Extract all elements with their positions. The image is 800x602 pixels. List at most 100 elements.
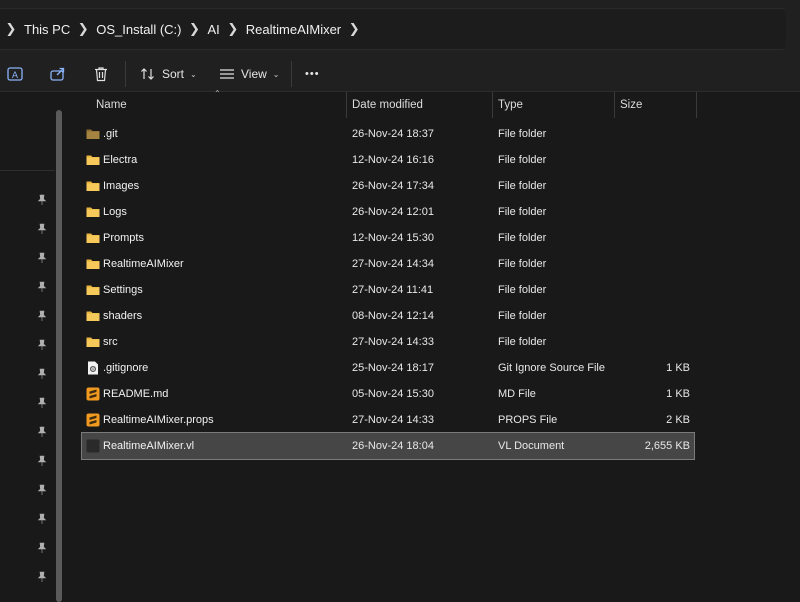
chevron-right-icon[interactable]: ❯ xyxy=(183,21,205,37)
file-date-modified: 12-Nov-24 16:16 xyxy=(352,154,434,166)
file-row[interactable]: Electra 12-Nov-24 16:16 File folder xyxy=(82,147,694,173)
file-name: Prompts xyxy=(103,232,144,244)
file-name: .gitignore xyxy=(103,362,149,374)
delete-button[interactable] xyxy=(92,57,110,91)
file-row[interactable]: Prompts 12-Nov-24 15:30 File folder xyxy=(82,225,694,251)
share-icon xyxy=(50,67,65,81)
breadcrumb-this-pc[interactable]: This PC xyxy=(22,22,72,37)
pin-icon[interactable] xyxy=(36,368,48,380)
file-list: .git 26-Nov-24 18:37 File folder Electra 12-… xyxy=(81,121,695,460)
file-row[interactable]: Logs 26-Nov-24 12:01 File folder xyxy=(82,199,694,225)
file-date-modified: 26-Nov-24 12:01 xyxy=(352,206,434,218)
address-bar[interactable]: ❯ This PC ❯ OS_Install (C:) ❯ AI ❯ Realt… xyxy=(0,8,786,50)
vl-file-icon xyxy=(86,439,100,453)
more-options-button[interactable]: ••• xyxy=(305,57,320,91)
gear-file-icon xyxy=(86,361,100,375)
file-name: src xyxy=(103,336,118,348)
share-button[interactable] xyxy=(49,57,67,91)
chevron-down-icon: ⌄ xyxy=(190,69,197,79)
pin-icon[interactable] xyxy=(36,194,48,206)
pin-icon[interactable] xyxy=(36,252,48,264)
pin-icon[interactable] xyxy=(36,571,48,583)
folder-icon xyxy=(86,153,100,167)
file-type: File folder xyxy=(498,336,547,348)
pin-icon[interactable] xyxy=(36,426,48,438)
sublime-file-icon xyxy=(86,413,100,427)
file-date-modified: 27-Nov-24 11:41 xyxy=(352,284,434,296)
chevron-right-icon[interactable]: ❯ xyxy=(222,21,244,37)
file-type: File folder xyxy=(498,258,547,270)
file-date-modified: 27-Nov-24 14:33 xyxy=(352,414,434,426)
pin-icon[interactable] xyxy=(36,397,48,409)
rename-button[interactable]: A xyxy=(6,57,24,91)
file-type: File folder xyxy=(498,310,547,322)
chevron-right-icon[interactable]: ❯ xyxy=(0,21,22,37)
column-divider[interactable] xyxy=(696,92,697,118)
file-size: 1 KB xyxy=(666,362,690,374)
file-row[interactable]: Settings 27-Nov-24 11:41 File folder xyxy=(82,277,694,303)
pin-icon[interactable] xyxy=(36,455,48,467)
column-header-type[interactable]: Type xyxy=(498,92,523,118)
column-header-date[interactable]: Date modified xyxy=(352,92,423,118)
chevron-right-icon[interactable]: ❯ xyxy=(343,21,365,37)
column-divider[interactable] xyxy=(492,92,493,118)
breadcrumb-realtimeaimixer[interactable]: RealtimeAIMixer xyxy=(244,22,343,37)
pin-icon[interactable] xyxy=(36,542,48,554)
breadcrumb-ai[interactable]: AI xyxy=(205,22,221,37)
pin-icon[interactable] xyxy=(36,513,48,525)
file-row[interactable]: shaders 08-Nov-24 12:14 File folder xyxy=(82,303,694,329)
file-size xyxy=(620,121,690,147)
file-size xyxy=(620,251,690,277)
file-name: README.md xyxy=(103,388,169,400)
file-name: RealtimeAIMixer xyxy=(103,258,184,270)
pin-icon[interactable] xyxy=(36,484,48,496)
file-row[interactable]: .gitignore 25-Nov-24 18:17 Git Ignore Sour… xyxy=(82,355,694,381)
file-type: File folder xyxy=(498,232,547,244)
column-header-name[interactable]: Name xyxy=(96,92,127,118)
folder-icon xyxy=(86,283,100,297)
file-name: .git xyxy=(103,128,118,140)
file-date-modified: 26-Nov-24 18:04 xyxy=(352,440,434,452)
file-type: Git Ignore Source File xyxy=(498,362,605,374)
column-divider[interactable] xyxy=(614,92,615,118)
sort-label: Sort xyxy=(162,67,185,81)
file-size xyxy=(620,303,690,329)
file-type: File folder xyxy=(498,206,547,218)
pin-icon[interactable] xyxy=(36,310,48,322)
chevron-right-icon[interactable]: ❯ xyxy=(72,21,94,37)
file-size: 2,655 KB xyxy=(644,440,690,452)
toolbar-separator xyxy=(125,61,126,87)
file-date-modified: 08-Nov-24 12:14 xyxy=(352,310,434,322)
nav-scrollbar[interactable] xyxy=(56,110,62,602)
file-size: 1 KB xyxy=(666,388,690,400)
breadcrumb-os-install[interactable]: OS_Install (C:) xyxy=(94,22,183,37)
file-name: Logs xyxy=(103,206,127,218)
chevron-down-icon: ⌄ xyxy=(272,69,280,79)
svg-text:A: A xyxy=(12,71,19,81)
file-row[interactable]: RealtimeAIMixer.vl 26-Nov-24 18:04 VL Docu… xyxy=(81,432,695,460)
view-label: View xyxy=(241,67,267,81)
file-type: File folder xyxy=(498,284,547,296)
file-name: Settings xyxy=(103,284,143,296)
file-row[interactable]: RealtimeAIMixer.props 27-Nov-24 14:33 PROP… xyxy=(82,407,694,433)
file-name: RealtimeAIMixer.props xyxy=(103,414,214,426)
file-row[interactable]: Images 26-Nov-24 17:34 File folder xyxy=(82,173,694,199)
column-divider[interactable] xyxy=(346,92,347,118)
trash-icon xyxy=(95,67,107,82)
file-row[interactable]: .git 26-Nov-24 18:37 File folder xyxy=(82,121,694,147)
file-date-modified: 05-Nov-24 15:30 xyxy=(352,388,434,400)
folder-dark-icon xyxy=(86,127,100,141)
folder-icon xyxy=(86,335,100,349)
column-header-size[interactable]: Size xyxy=(620,92,642,118)
sublime-file-icon xyxy=(86,387,100,401)
sort-button[interactable]: Sort ⌄ xyxy=(140,57,197,91)
pin-icon[interactable] xyxy=(36,281,48,293)
file-row[interactable]: RealtimeAIMixer 27-Nov-24 14:34 File folde… xyxy=(82,251,694,277)
file-row[interactable]: README.md 05-Nov-24 15:30 MD File 1 KB xyxy=(82,381,694,407)
pin-icon[interactable] xyxy=(36,339,48,351)
pin-icon[interactable] xyxy=(36,223,48,235)
command-bar: A Sort ⌄ View ⌄ ••• xyxy=(0,57,800,92)
file-row[interactable]: src 27-Nov-24 14:33 File folder xyxy=(82,329,694,355)
view-button[interactable]: View ⌄ xyxy=(219,57,280,91)
file-name: Images xyxy=(103,180,140,192)
